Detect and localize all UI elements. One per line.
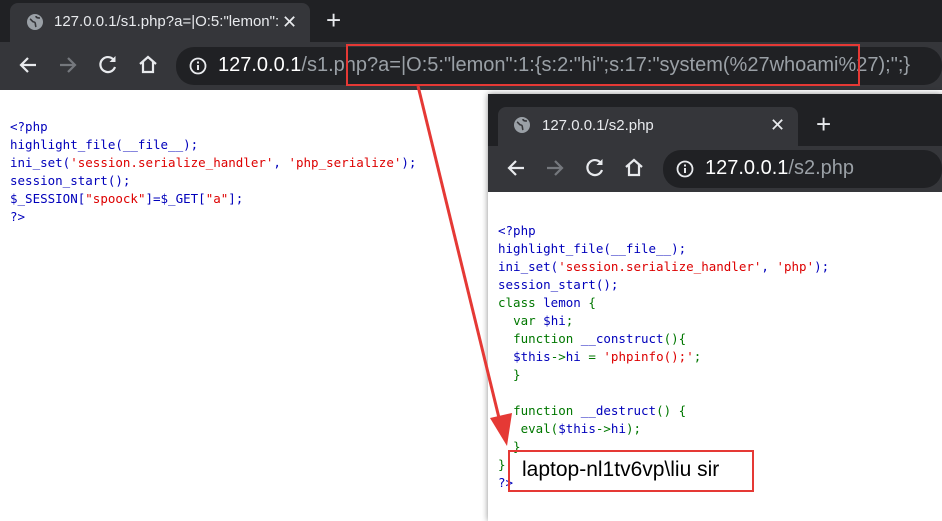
annotation-arrow <box>416 85 512 446</box>
